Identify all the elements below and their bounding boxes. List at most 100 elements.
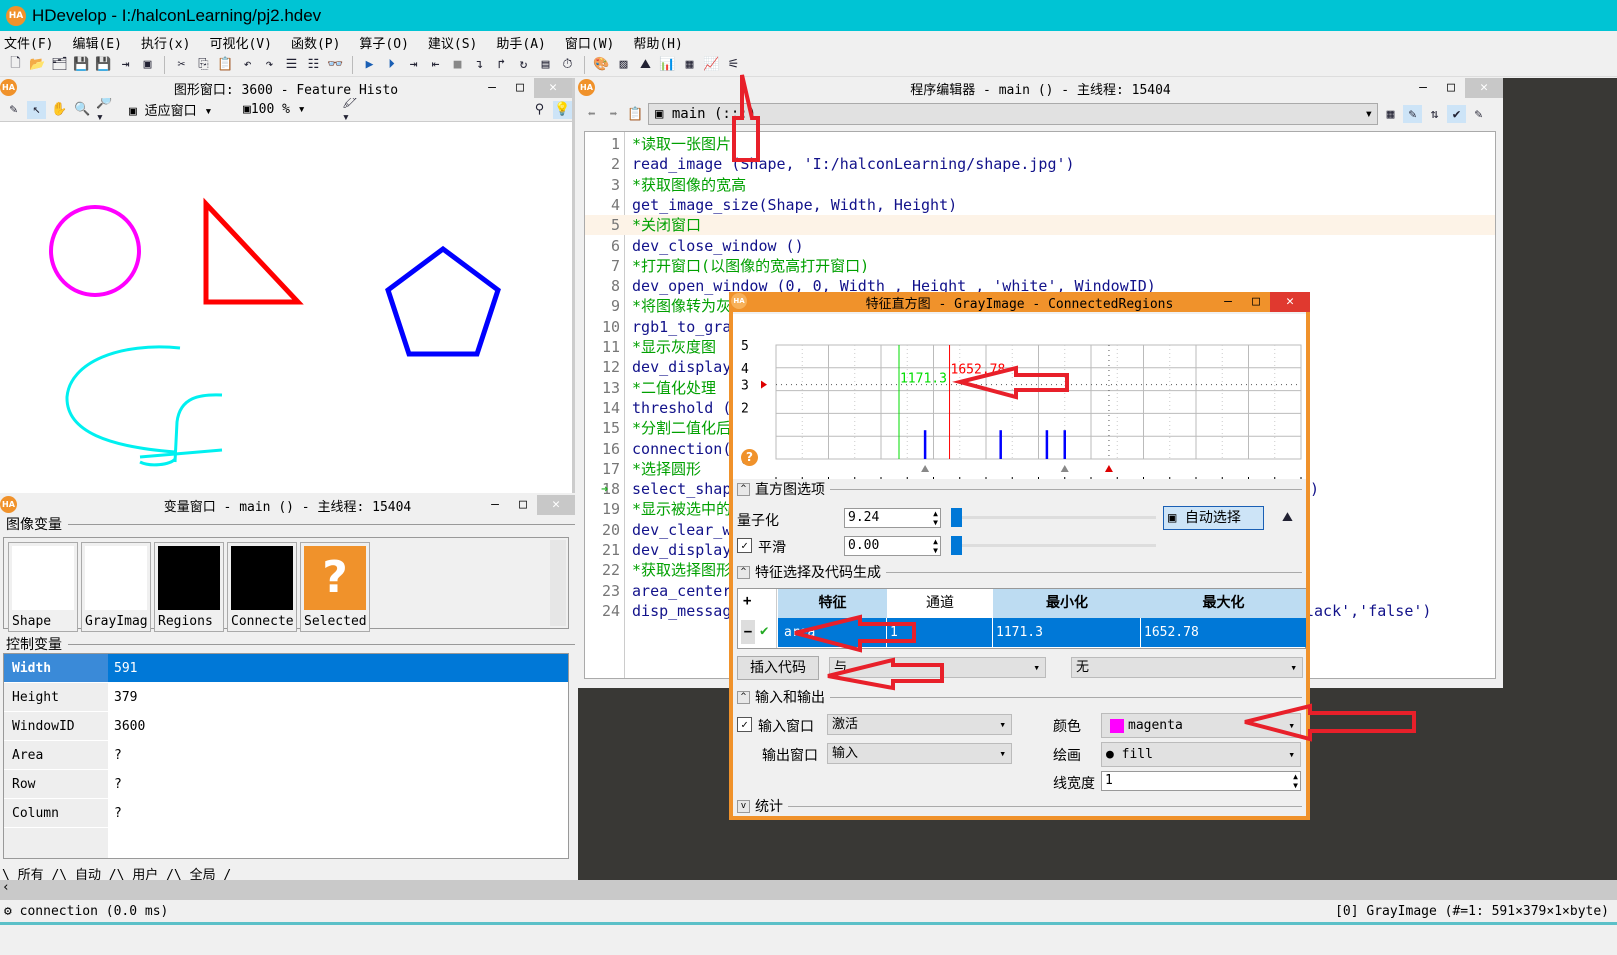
spin-icon[interactable]: ▲ ▼ — [933, 537, 938, 555]
procedure-dropdown[interactable]: ▣ main (:::) ▾ — [648, 103, 1378, 125]
histogram-settings-icon[interactable]: ⛰ — [1278, 508, 1297, 526]
expand-icon[interactable]: v — [737, 799, 750, 813]
image-var-connected[interactable]: Connecte — [227, 542, 297, 632]
image-var-grayimage[interactable]: GrayImag — [81, 542, 151, 632]
header-min[interactable]: 最小化 — [993, 589, 1141, 618]
new-file-icon[interactable]: 🗋 — [6, 56, 25, 74]
paste-icon[interactable]: 📋 — [216, 56, 235, 74]
insert-code-button[interactable]: 插入代码 — [737, 656, 819, 680]
code-line[interactable]: 6 dev_close_window () — [585, 236, 1495, 256]
image-var-shape[interactable]: Shape — [8, 542, 78, 632]
feature-inspection-icon[interactable]: ▦ — [680, 56, 699, 74]
cell-min[interactable]: 1171.3 — [993, 618, 1141, 647]
gray-histogram-icon[interactable]: ▨ — [614, 56, 633, 74]
fit-window-dropdown[interactable]: ▣ 适应窗口 ▾ — [129, 100, 239, 119]
cell-max[interactable]: 1652.78 — [1141, 618, 1306, 647]
code-option-dropdown[interactable]: 无 — [1071, 657, 1303, 678]
header-feature[interactable]: 特征 — [778, 589, 887, 618]
back-icon[interactable]: ⬅ — [582, 105, 601, 123]
close-button[interactable]: ✕ — [1270, 292, 1310, 312]
maximize-button[interactable]: □ — [1437, 78, 1465, 98]
code-line[interactable]: 2 read_image (Shape, 'I:/halconLearning/… — [585, 154, 1495, 174]
feature-check-icon[interactable]: ✔ — [760, 623, 768, 639]
minimize-button[interactable]: – — [1409, 78, 1437, 98]
table-row[interactable]: area 1 1171.3 1652.78 — [778, 618, 1306, 647]
menu-item[interactable]: 执行(x) — [141, 33, 190, 52]
color-tool-icon[interactable]: 🖍▾ — [342, 95, 361, 125]
close-button[interactable]: ✕ — [537, 495, 575, 515]
code-line[interactable]: 7 *打开窗口(以图像的宽高打开窗口) — [585, 256, 1495, 276]
spin-icon[interactable]: ▲ ▼ — [1293, 772, 1298, 790]
code-line[interactable]: 5 *关闭窗口 — [585, 215, 1495, 236]
input-window-dropdown[interactable]: 激活 — [827, 714, 1012, 735]
save-as-icon[interactable]: 💾 — [94, 56, 113, 74]
collapse-icon[interactable]: ^ — [737, 565, 750, 579]
magnifier-icon[interactable]: 🔍 — [73, 101, 92, 119]
spin-icon[interactable]: ▲ ▼ — [933, 509, 938, 527]
menu-item[interactable]: 可视化(V) — [209, 33, 271, 52]
menu-item[interactable]: 帮助(H) — [633, 33, 682, 52]
close-button[interactable]: ✕ — [534, 78, 572, 98]
step-run-icon[interactable]: ⏵ — [382, 56, 401, 74]
header-channel[interactable]: 通道 — [887, 589, 993, 618]
cell-channel[interactable]: 1 — [887, 618, 993, 647]
close-button[interactable]: ✕ — [1465, 78, 1503, 98]
remove-row-button[interactable]: − — [741, 620, 755, 644]
profiler-icon[interactable]: ▤ — [536, 56, 555, 74]
edit-icon[interactable]: ✎ — [4, 101, 23, 119]
smooth-slider[interactable] — [951, 536, 1156, 555]
menu-item[interactable]: 助手(A) — [496, 33, 545, 52]
io-section[interactable]: ^ 输入和输出 — [737, 688, 1302, 706]
forward-icon[interactable]: ➡ — [604, 105, 623, 123]
step-into-icon[interactable]: ↴ — [470, 56, 489, 74]
maximize-button[interactable]: □ — [506, 78, 534, 98]
control-variable-row[interactable]: Area? — [4, 741, 568, 770]
step-icon[interactable]: ⇅ — [1425, 105, 1444, 123]
auto-icon[interactable]: ✎ — [1469, 105, 1488, 123]
collapse-icon[interactable]: ^ — [737, 482, 750, 496]
minimize-button[interactable]: – — [481, 495, 509, 515]
menu-item[interactable]: 函数(P) — [291, 33, 340, 52]
scrollbar[interactable] — [550, 540, 566, 626]
histogram-chart[interactable]: 1171.31652.78023450100020003000400050003… — [733, 314, 1306, 479]
menu-item[interactable]: 算子(O) — [359, 33, 408, 52]
line-profile-icon[interactable]: ⛰ — [636, 56, 655, 74]
operator-dropdown[interactable]: 与 — [829, 657, 1046, 678]
graphics-canvas[interactable] — [0, 122, 570, 492]
auto-select-button[interactable]: ▣ 自动选择 — [1163, 506, 1264, 530]
menu-item[interactable]: 文件(F) — [4, 33, 53, 52]
cut-icon[interactable]: ✂ — [172, 56, 191, 74]
feature-selection-section[interactable]: ^ 特征选择及代码生成 — [737, 563, 1302, 581]
draw-dropdown[interactable]: ● fill — [1101, 742, 1301, 767]
check-icon[interactable]: ✔ — [1447, 105, 1466, 123]
image-var-selected[interactable]: ? Selected — [300, 542, 370, 632]
export-icon[interactable]: ⇥ — [116, 56, 135, 74]
help-icon[interactable]: ? — [741, 449, 758, 466]
open-example-icon[interactable]: 🗂 — [50, 56, 69, 74]
step-out-icon[interactable]: ↱ — [492, 56, 511, 74]
menu-item[interactable]: 编辑(E) — [72, 33, 121, 52]
code-line[interactable]: 4 get_image_size(Shape, Width, Height) — [585, 195, 1495, 215]
visualization-icon[interactable]: 🎨 — [592, 56, 611, 74]
cell-feature[interactable]: area — [778, 618, 887, 647]
maximize-button[interactable]: □ — [509, 495, 537, 515]
horizontal-scrollbar[interactable]: ‹ — [0, 880, 1617, 900]
stop-icon[interactable]: ■ — [448, 56, 467, 74]
collapse-icon[interactable]: ^ — [737, 690, 750, 704]
light-bulb-icon[interactable]: 💡 — [553, 100, 572, 119]
code-line[interactable]: 1 *读取一张图片 — [585, 134, 1495, 154]
timer-icon[interactable]: ⏱ — [558, 56, 577, 74]
comment-icon[interactable]: ☰ — [282, 56, 301, 74]
input-window-checkbox[interactable]: ✓ — [737, 717, 752, 732]
reset-icon[interactable]: ↻ — [514, 56, 533, 74]
code-line[interactable]: 3 *获取图像的宽高 — [585, 175, 1495, 195]
statistics-section[interactable]: v 统计 — [737, 797, 1302, 815]
minimize-button[interactable]: – — [478, 78, 506, 98]
hand-icon[interactable]: ✋ — [50, 101, 69, 119]
add-row-button[interactable]: + — [743, 593, 751, 609]
header-max[interactable]: 最大化 — [1141, 589, 1306, 618]
control-variable-row[interactable]: Row? — [4, 770, 568, 799]
step-over-icon[interactable]: ⇥ — [404, 56, 423, 74]
menu-item[interactable]: 建议(S) — [428, 33, 477, 52]
minimize-button[interactable]: – — [1214, 292, 1242, 312]
